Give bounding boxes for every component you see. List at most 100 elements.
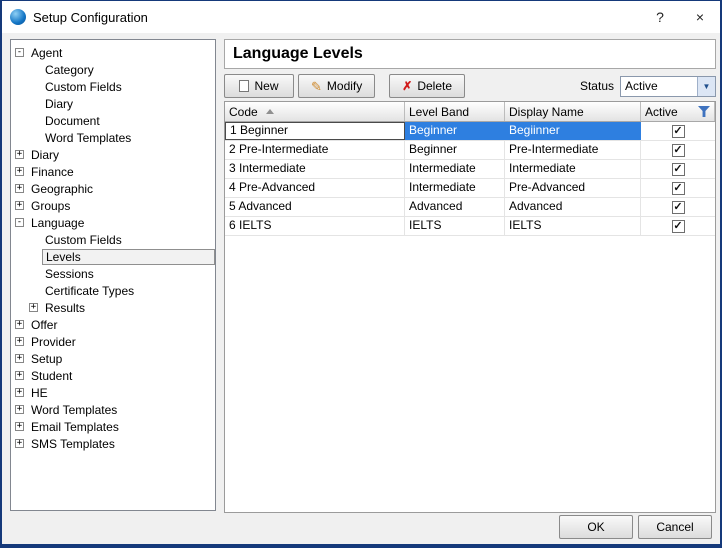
active-checkbox[interactable]: ✓ [672,201,685,214]
table-row[interactable]: 6 IELTSIELTSIELTS✓ [225,217,715,236]
table-row[interactable]: 5 AdvancedAdvancedAdvanced✓ [225,198,715,217]
tree-item-label[interactable]: Student [28,368,75,384]
tree-item-diary[interactable]: + Diary [11,146,215,163]
tree-item-sessions[interactable]: Sessions [11,265,215,282]
tree-item-label[interactable]: Geographic [28,181,96,197]
tree-item-label[interactable]: Sessions [42,266,97,282]
active-checkbox[interactable]: ✓ [672,163,685,176]
tree-item-custom-fields[interactable]: Custom Fields [11,78,215,95]
tree-item-label[interactable]: Word Templates [28,402,120,418]
collapse-icon[interactable]: - [15,48,24,57]
tree-item-label[interactable]: Offer [28,317,60,333]
cell-level-band[interactable]: IELTS [405,217,505,235]
tree-item-sms-templates[interactable]: +SMS Templates [11,435,215,452]
cell-code[interactable]: 5 Advanced [225,198,405,216]
tree-item-label[interactable]: Email Templates [28,419,122,435]
tree-item-label[interactable]: Results [42,300,88,316]
tree-item-label[interactable]: Certificate Types [42,283,137,299]
tree-item-label[interactable]: Setup [28,351,65,367]
expand-icon[interactable]: + [15,201,24,210]
cell-level-band[interactable]: Intermediate [405,160,505,178]
cell-code[interactable]: 6 IELTS [225,217,405,235]
table-row[interactable]: 4 Pre-AdvancedIntermediatePre-Advanced ✓ [225,179,715,198]
tree-item-label[interactable]: Agent [28,45,65,61]
cell-display-name[interactable]: Pre-Advanced [505,179,641,197]
tree-item-diary[interactable]: Diary [11,95,215,112]
cell-level-band[interactable]: Beginner [405,141,505,159]
expand-icon[interactable]: + [15,388,24,397]
tree-item-groups[interactable]: + Groups [11,197,215,214]
column-header-active[interactable]: Active [641,102,715,121]
tree-item-label[interactable]: Custom Fields [42,79,125,95]
status-dropdown[interactable]: Active ▼ [620,76,716,97]
table-row[interactable]: 3 IntermediateIntermediateIntermediate✓ [225,160,715,179]
tree-item-label[interactable]: Provider [28,334,79,350]
cell-display-name[interactable]: Begiinner [505,122,641,140]
cell-display-name[interactable]: Intermediate [505,160,641,178]
tree-item-levels[interactable]: Levels [11,248,215,265]
cancel-button[interactable]: Cancel [638,515,712,539]
tree-item-label[interactable]: Language [28,215,87,231]
tree-item-label[interactable]: Finance [28,164,77,180]
tree-item-he[interactable]: + HE [11,384,215,401]
modify-button[interactable]: ✎ Modify [298,74,375,98]
tree-item-email-templates[interactable]: + Email Templates [11,418,215,435]
expand-icon[interactable]: + [15,422,24,431]
tree-item-label[interactable]: Diary [42,96,76,112]
active-checkbox[interactable]: ✓ [672,125,685,138]
tree-item-results[interactable]: + Results [11,299,215,316]
filter-icon[interactable] [698,106,710,117]
expand-icon[interactable]: + [15,405,24,414]
cell-level-band[interactable]: Intermediate [405,179,505,197]
tree-item-label[interactable]: Groups [28,198,73,214]
tree-item-word-templates[interactable]: + Word Templates [11,401,215,418]
tree-item-offer[interactable]: + Offer [11,316,215,333]
table-row[interactable]: 1 BeginnerBeginnerBegiinner ✓ [225,122,715,141]
column-header-display-name[interactable]: Display Name [505,102,641,121]
collapse-icon[interactable]: - [15,218,24,227]
tree-item-label[interactable]: HE [28,385,51,401]
tree-item-finance[interactable]: + Finance [11,163,215,180]
active-checkbox[interactable]: ✓ [672,144,685,157]
expand-icon[interactable]: + [15,337,24,346]
tree-item-setup[interactable]: + Setup [11,350,215,367]
expand-icon[interactable]: + [15,354,24,363]
tree-item-custom-fields[interactable]: Custom Fields [11,231,215,248]
tree-item-agent[interactable]: -Agent [11,44,215,61]
table-row[interactable]: 2 Pre-IntermediateBeginnerPre-Intermedia… [225,141,715,160]
cell-level-band[interactable]: Beginner [405,122,505,140]
help-button[interactable]: ? [640,1,680,33]
tree-item-document[interactable]: Document [11,112,215,129]
cell-code[interactable]: 2 Pre-Intermediate [225,141,405,159]
tree-item-label[interactable]: Diary [28,147,62,163]
expand-icon[interactable]: + [15,439,24,448]
tree-item-certificate-types[interactable]: Certificate Types [11,282,215,299]
cell-code[interactable]: 4 Pre-Advanced [225,179,405,197]
expand-icon[interactable]: + [15,150,24,159]
expand-icon[interactable]: + [15,184,24,193]
tree-item-provider[interactable]: + Provider [11,333,215,350]
new-button[interactable]: New [224,74,294,98]
expand-icon[interactable]: + [29,303,38,312]
ok-button[interactable]: OK [559,515,633,539]
tree-item-label[interactable]: Word Templates [42,130,134,146]
tree-item-label[interactable]: Document [42,113,103,129]
cell-level-band[interactable]: Advanced [405,198,505,216]
tree-item-geographic[interactable]: + Geographic [11,180,215,197]
active-checkbox[interactable]: ✓ [672,182,685,195]
cell-display-name[interactable]: Pre-Intermediate [505,141,641,159]
cell-display-name[interactable]: Advanced [505,198,641,216]
tree-item-label[interactable]: Custom Fields [42,232,125,248]
tree-item-student[interactable]: + Student [11,367,215,384]
expand-icon[interactable]: + [15,371,24,380]
tree-item-word-templates[interactable]: Word Templates [11,129,215,146]
cell-code[interactable]: 1 Beginner [225,122,405,140]
close-button[interactable]: × [680,1,720,33]
cell-code[interactable]: 3 Intermediate [225,160,405,178]
cell-display-name[interactable]: IELTS [505,217,641,235]
expand-icon[interactable]: + [15,320,24,329]
expand-icon[interactable]: + [15,167,24,176]
tree-item-category[interactable]: Category [11,61,215,78]
delete-button[interactable]: ✗ Delete [389,74,465,98]
tree-item-label[interactable]: Category [42,62,97,78]
